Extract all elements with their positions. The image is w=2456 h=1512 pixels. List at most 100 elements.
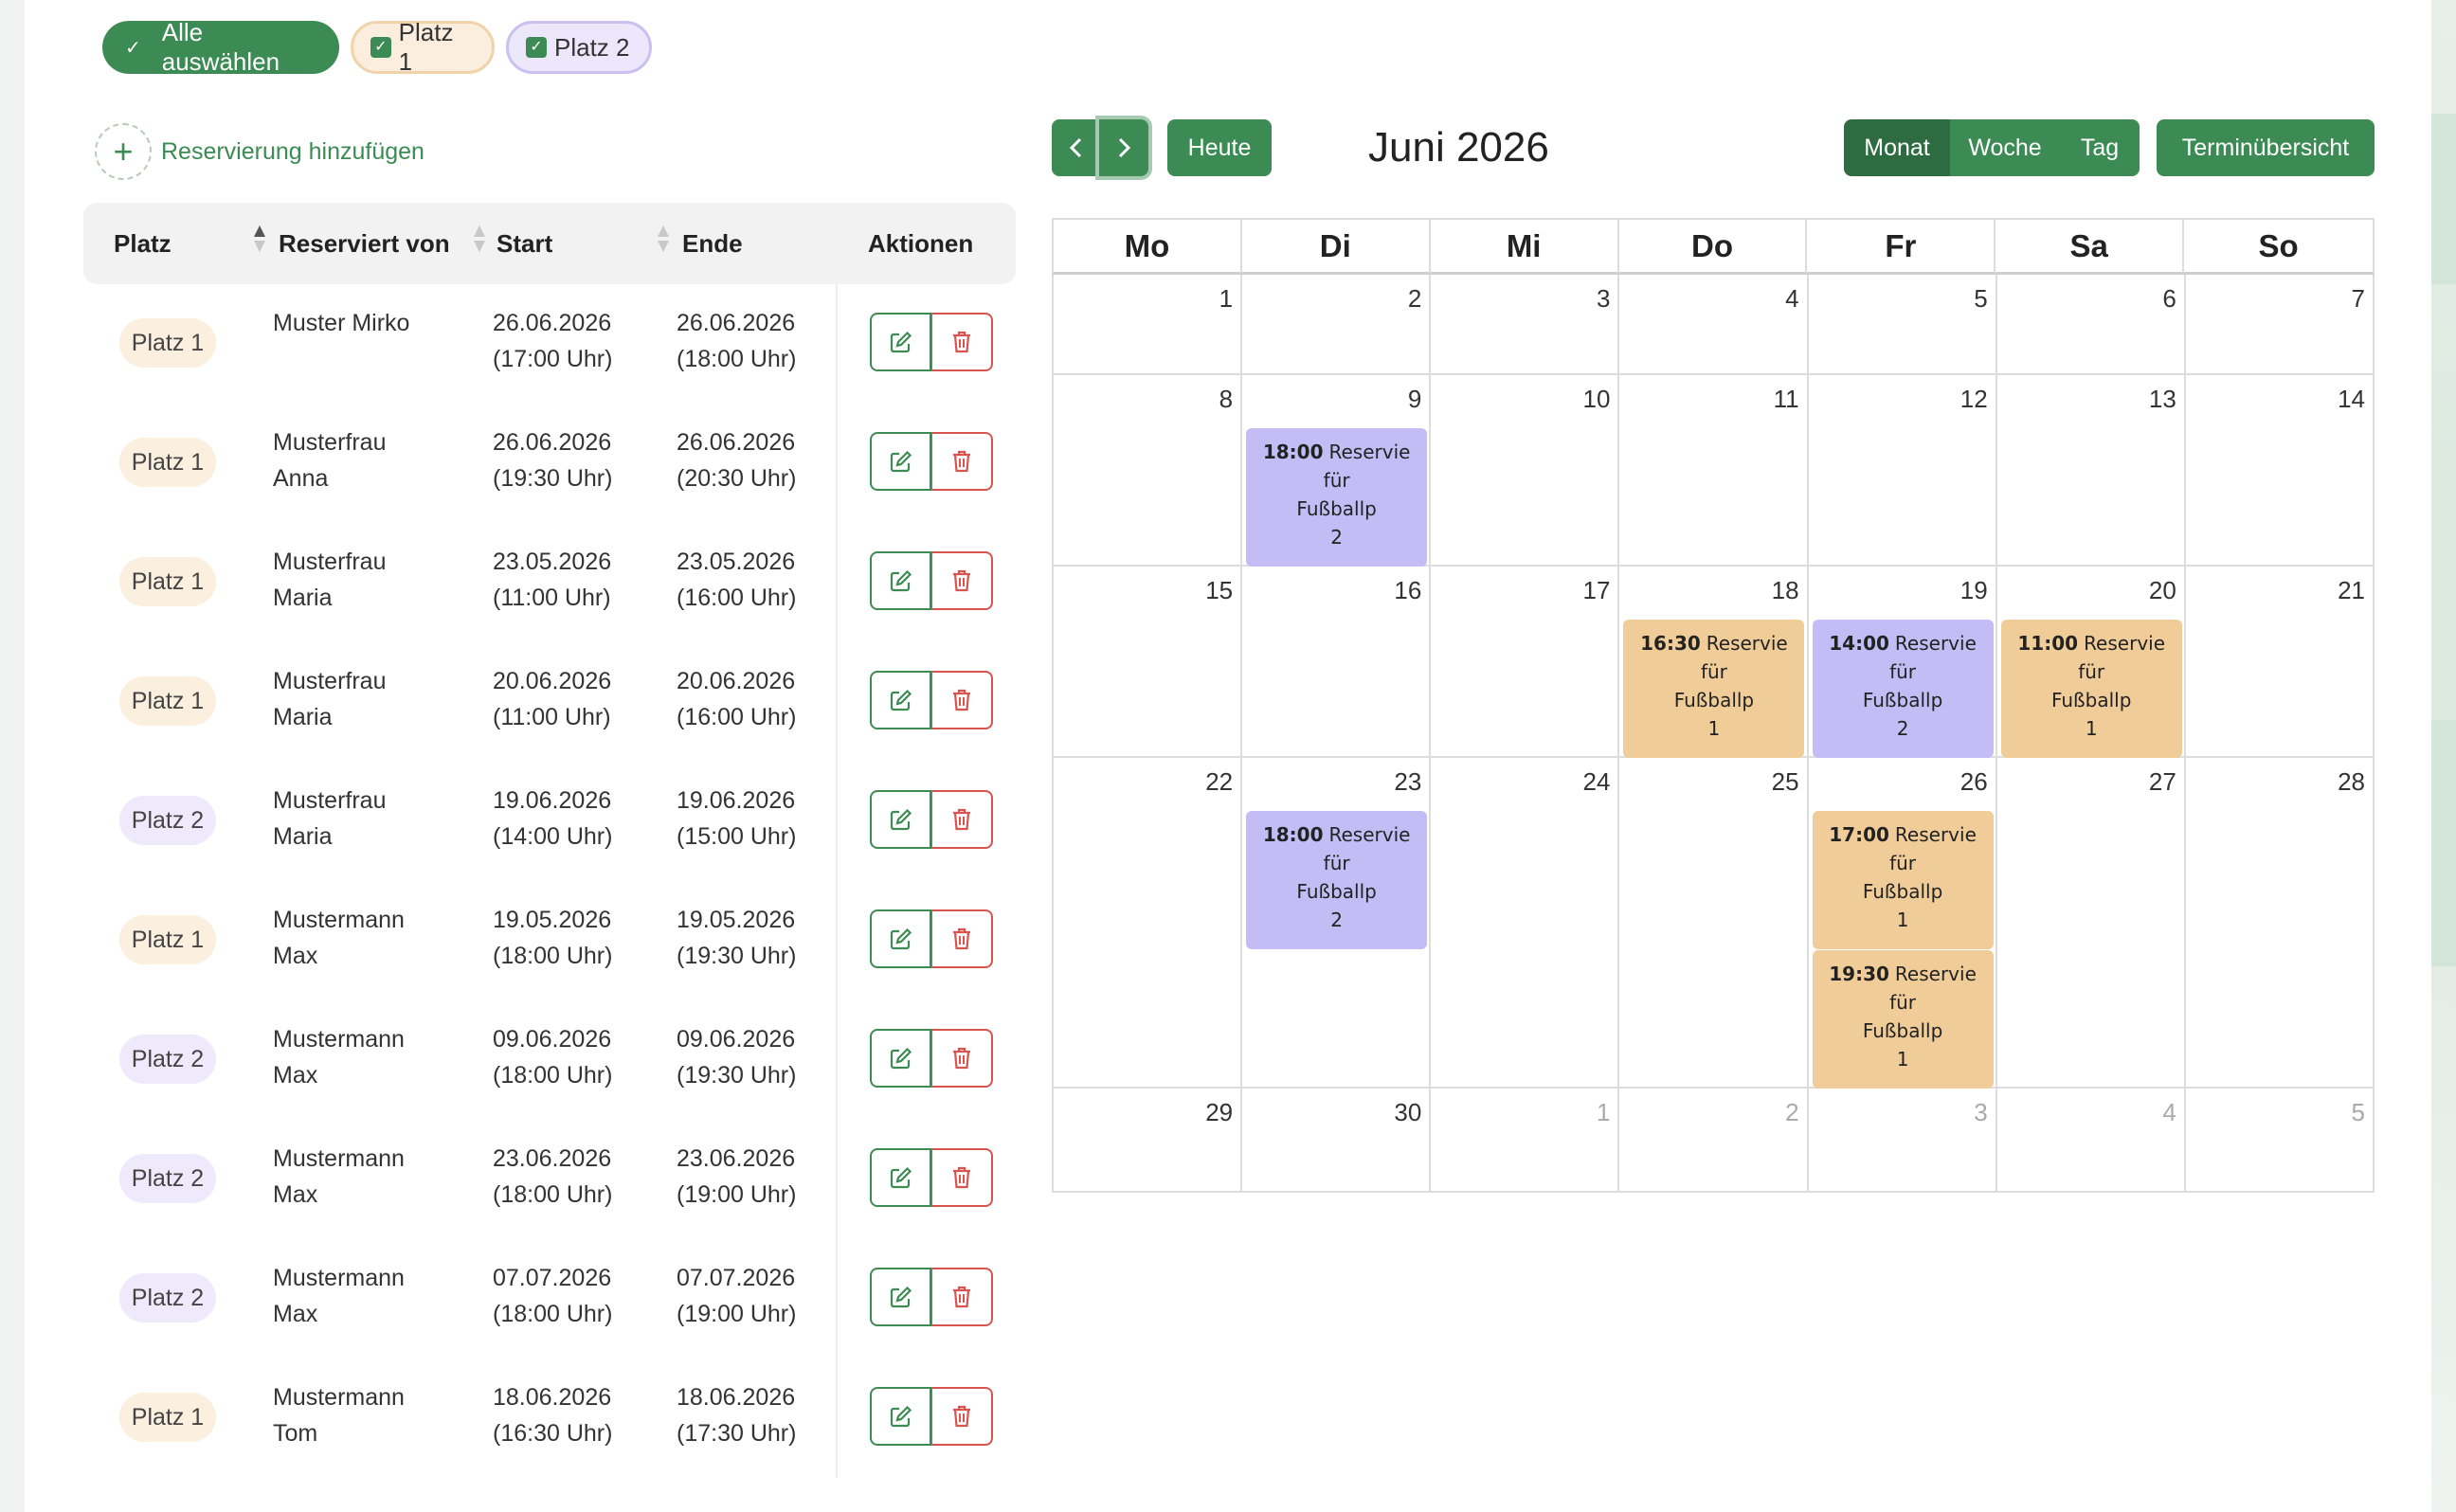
day-number[interactable]: 2 (1785, 1098, 1798, 1127)
calendar-event[interactable]: 18:00 Reservie für Fußballp 2 (1246, 428, 1428, 567)
delete-button[interactable] (931, 671, 993, 729)
calendar-day-cell[interactable]: 30 (1242, 1089, 1432, 1191)
calendar-day-cell[interactable]: 26 17:00 Reservie für Fußballp 1 19:30 Reservie… (1809, 758, 1997, 1089)
checkbox-checked-icon[interactable]: ✓ (370, 37, 391, 58)
day-number[interactable]: 1 (1219, 284, 1233, 314)
edit-button[interactable] (870, 909, 932, 968)
calendar-day-cell[interactable]: 17 (1431, 567, 1620, 756)
delete-button[interactable] (931, 909, 993, 968)
day-number[interactable]: 7 (2352, 284, 2365, 314)
calendar-day-cell[interactable]: 11 (1619, 375, 1809, 565)
sort-icon[interactable] (658, 225, 669, 256)
edit-button[interactable] (870, 1268, 932, 1326)
view-week-button[interactable]: Woche (1950, 119, 2060, 176)
calendar-day-cell[interactable]: 22 (1054, 758, 1243, 1087)
edit-button[interactable] (870, 1029, 932, 1088)
delete-button[interactable] (931, 790, 993, 849)
edit-button[interactable] (870, 790, 932, 849)
day-number[interactable]: 17 (1583, 576, 1611, 605)
sort-icon[interactable] (474, 225, 485, 256)
delete-button[interactable] (931, 1148, 993, 1207)
calendar-day-cell[interactable]: 12 (1809, 375, 1997, 565)
calendar-day-cell[interactable]: 18 16:30 Reservie für Fußballp 1 (1619, 567, 1809, 758)
calendar-day-cell[interactable]: 3 (1809, 1089, 1997, 1191)
calendar-day-cell[interactable]: 21 (2186, 567, 2375, 756)
calendar-day-cell[interactable]: 3 (1431, 275, 1620, 373)
day-number[interactable]: 10 (1583, 385, 1611, 414)
delete-button[interactable] (931, 1387, 993, 1446)
edit-button[interactable] (870, 432, 932, 491)
day-number[interactable]: 26 (1960, 767, 1988, 797)
calendar-event[interactable]: 18:00 Reservie für Fußballp 2 (1246, 811, 1428, 949)
day-number[interactable]: 2 (1408, 284, 1421, 314)
calendar-event[interactable]: 19:30 Reservie für Fußballp 1 (1812, 950, 1994, 1089)
day-number[interactable]: 3 (1974, 1098, 1987, 1127)
previous-month-button[interactable] (1052, 119, 1101, 176)
calendar-day-cell[interactable]: 4 (1997, 1089, 2186, 1191)
calendar-day-cell[interactable]: 10 (1431, 375, 1620, 565)
calendar-day-cell[interactable]: 24 (1431, 758, 1620, 1087)
filter-platz2-chip[interactable]: ✓ Platz 2 (506, 21, 652, 74)
day-number[interactable]: 9 (1408, 385, 1421, 414)
calendar-day-cell[interactable]: 1 (1054, 275, 1243, 373)
column-header-reserviert-von[interactable]: Reserviert von (279, 229, 450, 259)
calendar-day-cell[interactable]: 14 (2186, 375, 2375, 565)
day-number[interactable]: 25 (1772, 767, 1799, 797)
day-number[interactable]: 5 (2352, 1098, 2365, 1127)
calendar-day-cell[interactable]: 23 18:00 Reservie für Fußballp 2 (1242, 758, 1432, 1087)
day-number[interactable]: 30 (1394, 1098, 1421, 1127)
calendar-day-cell[interactable]: 6 (1997, 275, 2186, 373)
today-button[interactable]: Heute (1167, 119, 1272, 176)
calendar-day-cell[interactable]: 13 (1997, 375, 2186, 565)
day-number[interactable]: 20 (2149, 576, 2176, 605)
day-number[interactable]: 14 (2338, 385, 2365, 414)
sort-icon[interactable] (254, 225, 265, 256)
day-number[interactable]: 8 (1219, 385, 1233, 414)
column-header-start[interactable]: Start (497, 229, 552, 259)
calendar-day-cell[interactable]: 16 (1242, 567, 1432, 756)
calendar-day-cell[interactable]: 5 (2186, 1089, 2375, 1191)
day-number[interactable]: 21 (2338, 576, 2365, 605)
day-number[interactable]: 4 (2162, 1098, 2176, 1127)
calendar-day-cell[interactable]: 27 (1997, 758, 2186, 1087)
day-number[interactable]: 13 (2149, 385, 2176, 414)
calendar-day-cell[interactable]: 7 (2186, 275, 2375, 373)
calendar-day-cell[interactable]: 19 14:00 Reservie für Fußballp 2 (1809, 567, 1997, 758)
calendar-day-cell[interactable]: 8 (1054, 375, 1243, 565)
day-number[interactable]: 1 (1597, 1098, 1610, 1127)
calendar-day-cell[interactable]: 25 (1619, 758, 1809, 1087)
filter-platz1-chip[interactable]: ✓ Platz 1 (351, 18, 495, 76)
view-month-button[interactable]: Monat (1844, 119, 1950, 176)
delete-button[interactable] (931, 432, 993, 491)
delete-button[interactable] (931, 313, 993, 371)
calendar-day-cell[interactable]: 15 (1054, 567, 1243, 756)
select-all-button[interactable]: ✓ Alle auswählen (102, 18, 339, 76)
day-number[interactable]: 16 (1394, 576, 1421, 605)
calendar-day-cell[interactable]: 20 11:00 Reservie für Fußballp 1 (1997, 567, 2186, 758)
edit-button[interactable] (870, 1148, 932, 1207)
day-number[interactable]: 5 (1974, 284, 1987, 314)
calendar-day-cell[interactable]: 29 (1054, 1089, 1243, 1191)
calendar-event[interactable]: 16:30 Reservie für Fußballp 1 (1623, 620, 1805, 758)
day-number[interactable]: 18 (1772, 576, 1799, 605)
day-number[interactable]: 19 (1960, 576, 1988, 605)
delete-button[interactable] (931, 1029, 993, 1088)
day-number[interactable]: 23 (1394, 767, 1421, 797)
next-month-button[interactable] (1099, 119, 1148, 176)
calendar-day-cell[interactable]: 28 (2186, 758, 2375, 1087)
edit-button[interactable] (870, 1387, 932, 1446)
day-number[interactable]: 29 (1205, 1098, 1233, 1127)
calendar-day-cell[interactable]: 2 (1619, 1089, 1809, 1191)
calendar-day-cell[interactable]: 5 (1809, 275, 1997, 373)
calendar-event[interactable]: 14:00 Reservie für Fußballp 2 (1812, 620, 1994, 758)
delete-button[interactable] (931, 551, 993, 610)
edit-button[interactable] (870, 313, 932, 371)
calendar-day-cell[interactable]: 2 (1242, 275, 1432, 373)
checkbox-checked-icon[interactable]: ✓ (526, 37, 547, 58)
day-number[interactable]: 12 (1960, 385, 1988, 414)
plus-icon[interactable]: + (95, 123, 152, 180)
delete-button[interactable] (931, 1268, 993, 1326)
view-day-button[interactable]: Tag (2060, 119, 2140, 176)
edit-button[interactable] (870, 551, 932, 610)
day-number[interactable]: 6 (2162, 284, 2176, 314)
